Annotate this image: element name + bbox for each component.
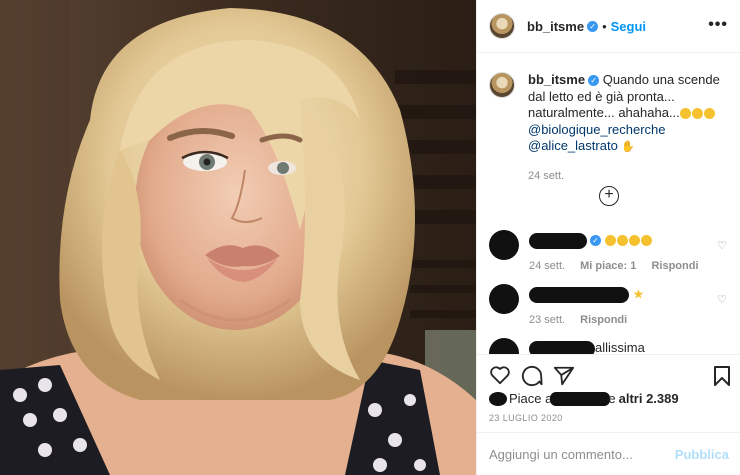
verified-badge-icon: ✓: [587, 20, 599, 32]
emoji-icon: [616, 235, 628, 247]
comment-bubble-icon[interactable]: [521, 365, 543, 387]
reply-button[interactable]: Rispondi: [580, 314, 627, 326]
comment-line: allissima: [529, 340, 645, 354]
publish-button[interactable]: Pubblica: [675, 447, 729, 462]
post-caption: bb_itsme ✓ Quando una scende dal letto ed…: [477, 54, 740, 184]
caption-timestamp: 24 sett.: [528, 169, 565, 182]
comment-time: 23 sett.: [529, 314, 566, 326]
redacted-username[interactable]: [529, 340, 595, 354]
author-avatar[interactable]: [489, 13, 515, 39]
action-bar: [477, 354, 740, 394]
redacted-comment: [529, 286, 629, 303]
post-side-panel: bb_itsme ✓ • Segui ••• bb_itsme ✓ Quando …: [476, 0, 740, 475]
star-emoji-icon: ★: [632, 286, 645, 302]
author-username[interactable]: bb_itsme: [527, 19, 584, 34]
likes-count[interactable]: altri 2.389: [619, 391, 679, 406]
follow-button[interactable]: Segui: [611, 19, 646, 34]
comment-line: ✓: [529, 232, 653, 249]
verified-badge-icon: ✓: [590, 235, 601, 247]
comment-time: 24 sett.: [529, 260, 566, 272]
comments-area[interactable]: bb_itsme ✓ Quando una scende dal letto ed…: [477, 54, 740, 354]
caption-username[interactable]: bb_itsme: [528, 72, 585, 87]
comment-text: allissima: [595, 340, 645, 354]
comment-input[interactable]: [489, 446, 675, 462]
reply-button[interactable]: Rispondi: [651, 260, 698, 272]
more-options-icon[interactable]: •••: [708, 16, 728, 34]
redacted-liker-name[interactable]: [550, 391, 611, 406]
commenter-avatar[interactable]: [489, 230, 519, 260]
emoji-icon: [604, 235, 616, 247]
comment-likes[interactable]: Mi piace: 1: [580, 260, 636, 272]
save-bookmark-icon[interactable]: [713, 365, 731, 387]
comment-like-heart-icon[interactable]: ♡: [717, 239, 727, 252]
add-comment-bar: Pubblica: [477, 432, 740, 475]
comment-line: ★: [529, 286, 644, 303]
share-paper-plane-icon[interactable]: [553, 365, 575, 387]
post-header: bb_itsme ✓ • Segui •••: [477, 0, 740, 53]
post-photo[interactable]: [0, 0, 476, 475]
header-separator: •: [602, 18, 607, 34]
verified-badge-icon: ✓: [588, 75, 600, 87]
praying-hands-icon: ✋: [621, 141, 636, 153]
commenter-avatar[interactable]: [489, 284, 519, 314]
mention-link[interactable]: @alice_lastrato: [528, 138, 618, 153]
load-more-comments-button[interactable]: +: [599, 186, 619, 206]
emoji-icon: [679, 108, 691, 120]
liker-avatar[interactable]: [489, 391, 507, 406]
commenter-avatar[interactable]: [489, 338, 519, 354]
comment-meta: 24 sett. Mi piace: 1 Rispondi: [529, 260, 711, 272]
caption-body: bb_itsme ✓ Quando una scende dal letto ed…: [528, 72, 728, 184]
redacted-username[interactable]: [529, 232, 587, 249]
emoji-icon: [628, 235, 640, 247]
instagram-post: bb_itsme ✓ • Segui ••• bb_itsme ✓ Quando …: [0, 0, 740, 475]
emoji-icon: [640, 235, 652, 247]
likes-summary[interactable]: Piace a e altri 2.389: [489, 391, 679, 406]
caption-avatar[interactable]: [489, 72, 515, 98]
post-date: 23 LUGLIO 2020: [489, 413, 563, 423]
mention-link[interactable]: @biologique_recherche: [528, 122, 666, 137]
emoji-icon: [703, 108, 715, 120]
selfie-image: [0, 0, 476, 475]
likes-suffix: e: [608, 391, 616, 406]
likes-prefix: Piace a: [509, 391, 553, 406]
emoji-icon: [691, 108, 703, 120]
like-heart-icon[interactable]: [489, 365, 511, 385]
comment-like-heart-icon[interactable]: ♡: [717, 293, 727, 306]
comment-meta: 23 sett. Rispondi: [529, 314, 639, 326]
